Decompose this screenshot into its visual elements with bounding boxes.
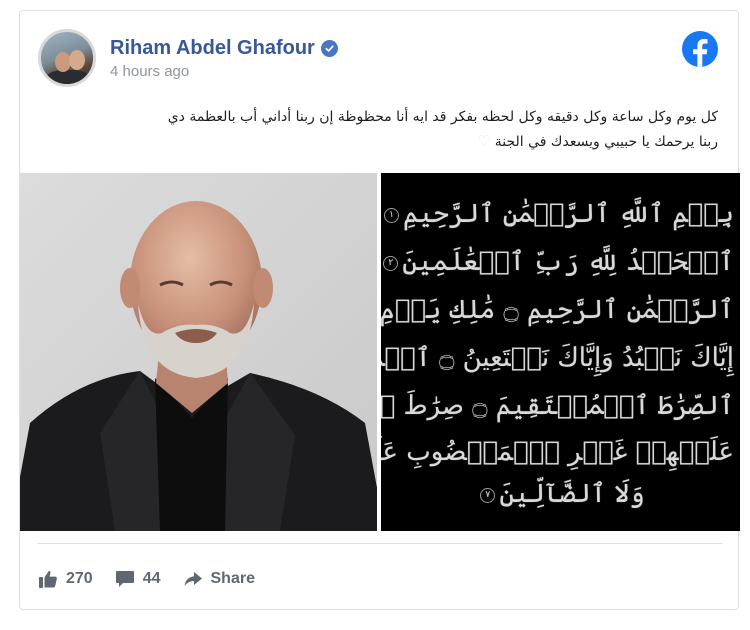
comment-count: 44 xyxy=(142,570,161,587)
verse-line-2-text: ٱلۡحَمۡدُ لِلَّهِ رَبِّ ٱلۡعَٰلَمِينَ xyxy=(402,247,734,277)
verse-line-5-text: ٱلصِّرَٰطَ ٱلۡمُسۡتَقِيمَ ۝ صِرَٰطَ ٱلَّ… xyxy=(381,391,734,421)
verse-line-3: ٱلرَّحۡمَٰنِ ٱلرَّحِيمِ ۝ مَٰلِكِ يَوۡمِ… xyxy=(381,295,734,325)
post-text-line-1: كل يوم وكل ساعة وكل دقيقه وكل لحظه بفكر … xyxy=(167,109,718,125)
verse-line-6: عَلَيۡهِمۡ غَيۡرِ ٱلۡمَغۡضُوبِ عَلَيۡهِم… xyxy=(381,437,734,467)
post-timestamp[interactable]: 4 hours ago xyxy=(110,63,189,80)
portrait-photo[interactable] xyxy=(20,173,377,531)
verse-line-7: وَلَا ٱلضَّآلِّينَ٧ xyxy=(387,479,734,509)
verse-line-4-text: إِيَّاكَ نَعۡبُدُ وَإِيَّاكَ نَسۡتَعِينُ… xyxy=(381,343,734,373)
white-heart-icon: ♡ xyxy=(477,132,491,150)
like-button[interactable]: 270 xyxy=(38,569,93,589)
share-label: Share xyxy=(210,570,255,587)
facebook-logo-icon[interactable] xyxy=(682,31,718,67)
like-count: 270 xyxy=(66,570,93,587)
share-arrow-icon xyxy=(184,572,202,586)
post-photos: بِسۡمِ ٱللَّهِ ٱلرَّحۡمَٰنِ ٱلرَّحِيمِ١ … xyxy=(20,173,740,531)
verse-line-1-text: بِسۡمِ ٱللَّهِ ٱلرَّحۡمَٰنِ ٱلرَّحِيمِ xyxy=(403,199,734,229)
verse-line-2: ٱلۡحَمۡدُ لِلَّهِ رَبِّ ٱلۡعَٰلَمِينَ٢ xyxy=(383,247,734,277)
actions-divider xyxy=(38,543,722,544)
facebook-post-card: Riham Abdel Ghafour 4 hours ago كل يوم و… xyxy=(19,10,740,610)
author-avatar[interactable] xyxy=(38,29,96,87)
verse-number-badge: ١ xyxy=(384,207,400,223)
verse-number-badge: ٧ xyxy=(480,487,496,503)
verse-line-1: بِسۡمِ ٱللَّهِ ٱلرَّحۡمَٰنِ ٱلرَّحِيمِ١ xyxy=(384,199,734,229)
post-header: Riham Abdel Ghafour 4 hours ago xyxy=(38,29,718,89)
verse-line-4: إِيَّاكَ نَعۡبُدُ وَإِيَّاكَ نَسۡتَعِينُ… xyxy=(381,343,734,373)
post-actions: 270 44 Share xyxy=(38,566,277,592)
verse-line-7-text: وَلَا ٱلضَّآلِّينَ xyxy=(499,479,645,509)
post-text: كل يوم وكل ساعة وكل دقيقه وكل لحظه بفكر … xyxy=(58,105,718,154)
author-name-row: Riham Abdel Ghafour xyxy=(110,37,338,60)
verse-number-badge: ٢ xyxy=(383,255,399,271)
comment-button[interactable]: 44 xyxy=(115,569,161,589)
share-button[interactable]: Share xyxy=(183,569,255,589)
verified-badge-icon xyxy=(320,40,338,57)
verse-line-5: ٱلصِّرَٰطَ ٱلۡمُسۡتَقِيمَ ۝ صِرَٰطَ ٱلَّ… xyxy=(381,391,734,421)
fatiha-verse-image[interactable]: بِسۡمِ ٱللَّهِ ٱلرَّحۡمَٰنِ ٱلرَّحِيمِ١ … xyxy=(381,173,740,531)
author-name[interactable]: Riham Abdel Ghafour xyxy=(110,37,315,60)
post-text-line-2: ربنا يرحمك يا حبيبي ويسعدك في الجنة♡ xyxy=(58,129,718,154)
thumbs-up-icon xyxy=(39,571,57,588)
verse-line-3-text: ٱلرَّحۡمَٰنِ ٱلرَّحِيمِ ۝ مَٰلِكِ يَوۡمِ… xyxy=(381,295,734,325)
post-text-line-2-content: ربنا يرحمك يا حبيبي ويسعدك في الجنة xyxy=(494,134,718,150)
verse-line-6-text: عَلَيۡهِمۡ غَيۡرِ ٱلۡمَغۡضُوبِ عَلَيۡهِم… xyxy=(381,437,734,467)
comment-icon xyxy=(115,571,134,587)
